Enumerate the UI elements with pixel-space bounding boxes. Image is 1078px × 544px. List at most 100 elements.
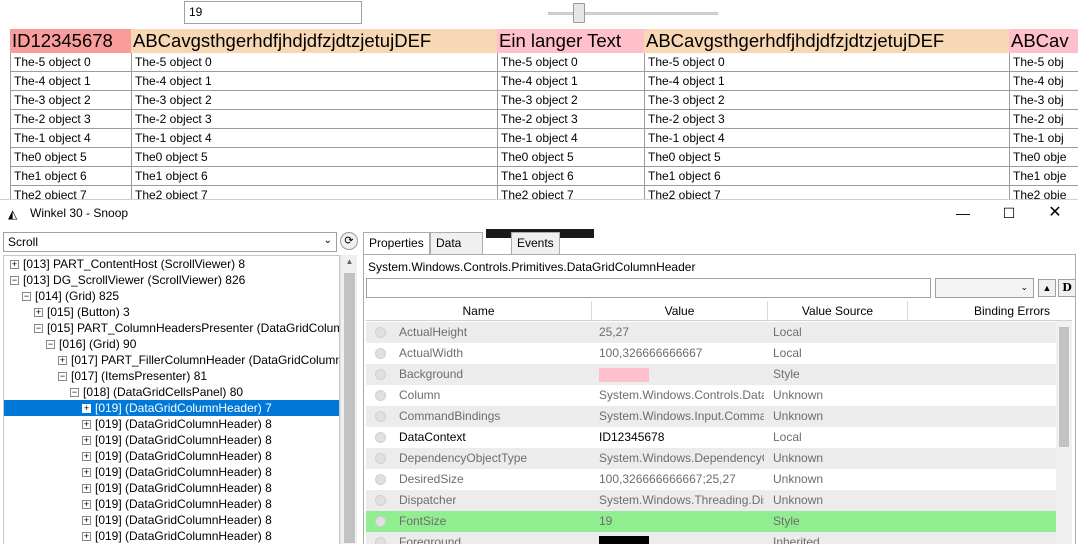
table-cell[interactable]: The-2 object 3 bbox=[10, 110, 131, 129]
property-row[interactable]: CommandBindings System.Windows.Input.Comm… bbox=[366, 406, 1056, 427]
col-header-value[interactable]: Value bbox=[592, 301, 768, 321]
table-row[interactable]: The-1 object 4 The-1 object 4 The-1 object… bbox=[10, 129, 1078, 148]
tab-events[interactable]: Events bbox=[511, 232, 560, 254]
expand-icon[interactable]: + bbox=[82, 468, 91, 478]
table-cell[interactable]: The-4 object 1 bbox=[10, 72, 131, 91]
table-cell[interactable]: The-5 object 0 bbox=[497, 53, 644, 72]
tree-node[interactable]: + [019] (DataGridColumnHeader) 8 bbox=[4, 528, 339, 544]
expand-icon[interactable]: + bbox=[82, 436, 91, 446]
property-row[interactable]: Dispatcher System.Windows.Threading.Dispa… bbox=[366, 490, 1056, 511]
property-value[interactable]: ID12345678 bbox=[599, 427, 764, 448]
table-cell[interactable]: The-1 object 4 bbox=[131, 129, 497, 148]
font-size-slider[interactable] bbox=[548, 3, 718, 23]
refresh-icon[interactable]: ⟳ bbox=[340, 232, 358, 250]
table-cell[interactable]: The-3 object 2 bbox=[497, 91, 644, 110]
table-cell[interactable]: The1 object 6 bbox=[497, 167, 644, 186]
table-cell[interactable]: The-1 object 4 bbox=[644, 129, 1009, 148]
expand-icon[interactable]: + bbox=[10, 260, 19, 270]
table-cell[interactable]: The2 object 7 bbox=[10, 186, 131, 199]
table-row[interactable]: The0 object 5 The0 object 5 The0 object 5T… bbox=[10, 148, 1078, 167]
tab-properties[interactable]: Properties bbox=[363, 232, 430, 255]
tree-node[interactable]: + [019] (DataGridColumnHeader) 8 bbox=[4, 416, 339, 432]
tree-node[interactable]: + [015] (Button) 3 bbox=[4, 304, 339, 320]
default-values-button[interactable]: D bbox=[1058, 279, 1075, 297]
tree-node[interactable]: + [019] (DataGridColumnHeader) 8 bbox=[4, 432, 339, 448]
property-value[interactable]: 19 bbox=[599, 511, 764, 532]
table-cell[interactable]: The-5 object 0 bbox=[131, 53, 497, 72]
property-row[interactable]: ActualHeight 25,27 Local bbox=[366, 322, 1056, 343]
tree-node[interactable]: + [019] (DataGridColumnHeader) 8 bbox=[4, 496, 339, 512]
table-cell[interactable]: The1 object 6 bbox=[10, 167, 131, 186]
collapse-icon[interactable]: − bbox=[46, 340, 55, 350]
table-cell[interactable]: The-5 obj bbox=[1009, 53, 1078, 72]
tree-filter-combo[interactable]: Scroll ⌄ bbox=[3, 232, 337, 252]
table-cell[interactable]: The0 object 5 bbox=[644, 148, 1009, 167]
tree-node[interactable]: − [014] (Grid) 825 bbox=[4, 288, 339, 304]
table-cell[interactable]: The-2 object 3 bbox=[497, 110, 644, 129]
tree-node[interactable]: + [019] (DataGridColumnHeader) 8 bbox=[4, 448, 339, 464]
table-cell[interactable]: The1 object 6 bbox=[131, 167, 497, 186]
table-cell[interactable]: The-4 object 1 bbox=[644, 72, 1009, 91]
property-row[interactable]: DependencyObjectType System.Windows.Depen… bbox=[366, 448, 1056, 469]
collapse-icon[interactable]: − bbox=[70, 388, 79, 398]
table-row[interactable]: The-5 object 0 The-5 object 0 The-5 object… bbox=[10, 53, 1078, 72]
title-bar[interactable]: ◭ Winkel 30 - Snoop — ☐ ✕ bbox=[0, 200, 1078, 228]
property-value[interactable]: System.Windows.Threading.Dispatcher bbox=[599, 490, 764, 511]
table-cell[interactable]: The-1 object 4 bbox=[10, 129, 131, 148]
tab-data-context[interactable]: Data Context bbox=[430, 232, 484, 270]
table-cell[interactable]: The-3 object 2 bbox=[10, 91, 131, 110]
table-cell[interactable]: The-3 object 2 bbox=[131, 91, 497, 110]
tree-node[interactable]: − [015] PART_ColumnHeadersPresenter (Data… bbox=[4, 320, 339, 336]
table-cell[interactable]: The0 object 5 bbox=[497, 148, 644, 167]
col-header-value-source[interactable]: Value Source bbox=[768, 301, 908, 321]
table-cell[interactable]: The-4 object 1 bbox=[131, 72, 497, 91]
table-cell[interactable]: The-4 object 1 bbox=[497, 72, 644, 91]
property-value[interactable]: 100,326666666667 bbox=[599, 343, 764, 364]
col-header-binding-errors[interactable]: Binding Errors bbox=[908, 301, 1058, 321]
tree-node[interactable]: + [019] (DataGridColumnHeader) 8 bbox=[4, 464, 339, 480]
property-value[interactable]: System.Windows.DependencyObjectType bbox=[599, 448, 764, 469]
property-search-input[interactable] bbox=[366, 278, 931, 298]
table-cell[interactable]: The2 object 7 bbox=[644, 186, 1009, 199]
collapse-icon[interactable]: − bbox=[10, 276, 19, 286]
table-cell[interactable]: The-1 obj bbox=[1009, 129, 1078, 148]
close-button[interactable]: ✕ bbox=[1032, 200, 1078, 228]
slider-thumb[interactable] bbox=[573, 3, 585, 23]
table-row[interactable]: The-4 object 1 The-4 object 1 The-4 object… bbox=[10, 72, 1078, 91]
maximize-button[interactable]: ☐ bbox=[986, 200, 1032, 228]
table-cell[interactable]: The-5 object 0 bbox=[644, 53, 1009, 72]
property-row[interactable]: Foreground Inherited bbox=[366, 532, 1056, 544]
column-header[interactable]: ABCavgsthgerhdfjhdjdfzjdtzjetujDEF bbox=[644, 29, 1009, 53]
column-header[interactable]: ABCav bbox=[1009, 29, 1078, 53]
expand-icon[interactable]: + bbox=[82, 500, 91, 510]
table-cell[interactable]: The-2 object 3 bbox=[644, 110, 1009, 129]
column-header[interactable]: ID12345678 bbox=[10, 29, 131, 53]
table-row[interactable]: The-2 object 3 The-2 object 3 The-2 object… bbox=[10, 110, 1078, 129]
visual-tree[interactable]: + [013] PART_ContentHost (ScrollViewer) 8… bbox=[3, 255, 340, 544]
tree-node[interactable]: − [017] (ItemsPresenter) 81 bbox=[4, 368, 339, 384]
table-cell[interactable]: The-4 obj bbox=[1009, 72, 1078, 91]
tree-node[interactable]: − [016] (Grid) 90 bbox=[4, 336, 339, 352]
expand-icon[interactable]: + bbox=[82, 420, 91, 430]
property-value[interactable] bbox=[599, 532, 764, 544]
table-cell[interactable]: The2 obje bbox=[1009, 186, 1078, 199]
minimize-button[interactable]: — bbox=[940, 200, 986, 228]
table-row[interactable]: The2 object 7 The2 object 7 The2 object 7T… bbox=[10, 186, 1078, 199]
property-scrollbar[interactable] bbox=[1056, 321, 1072, 544]
tree-scroll-thumb[interactable] bbox=[344, 273, 355, 543]
col-header-name[interactable]: Name bbox=[366, 301, 592, 321]
table-row[interactable]: The1 object 6 The1 object 6 The1 object 6T… bbox=[10, 167, 1078, 186]
table-cell[interactable]: The-3 obj bbox=[1009, 91, 1078, 110]
tree-node[interactable]: + [013] PART_ContentHost (ScrollViewer) 8 bbox=[4, 256, 339, 272]
collapse-icon[interactable]: − bbox=[34, 324, 43, 334]
property-value[interactable] bbox=[599, 364, 764, 385]
table-cell[interactable]: The1 object 6 bbox=[644, 167, 1009, 186]
tree-node[interactable]: + [017] PART_FillerColumnHeader (DataGrid… bbox=[4, 352, 339, 368]
expand-icon[interactable]: + bbox=[82, 484, 91, 494]
expand-icon[interactable]: + bbox=[82, 532, 91, 542]
tree-node[interactable]: − [013] DG_ScrollViewer (ScrollViewer) 82… bbox=[4, 272, 339, 288]
property-value[interactable]: System.Windows.Controls.DataGridTextColu… bbox=[599, 385, 764, 406]
property-row[interactable]: DesiredSize 100,326666666667;25,27 Unknown bbox=[366, 469, 1056, 490]
property-row[interactable]: FontSize 19 Style bbox=[366, 511, 1056, 532]
tree-node[interactable]: + [019] (DataGridColumnHeader) 8 bbox=[4, 480, 339, 496]
